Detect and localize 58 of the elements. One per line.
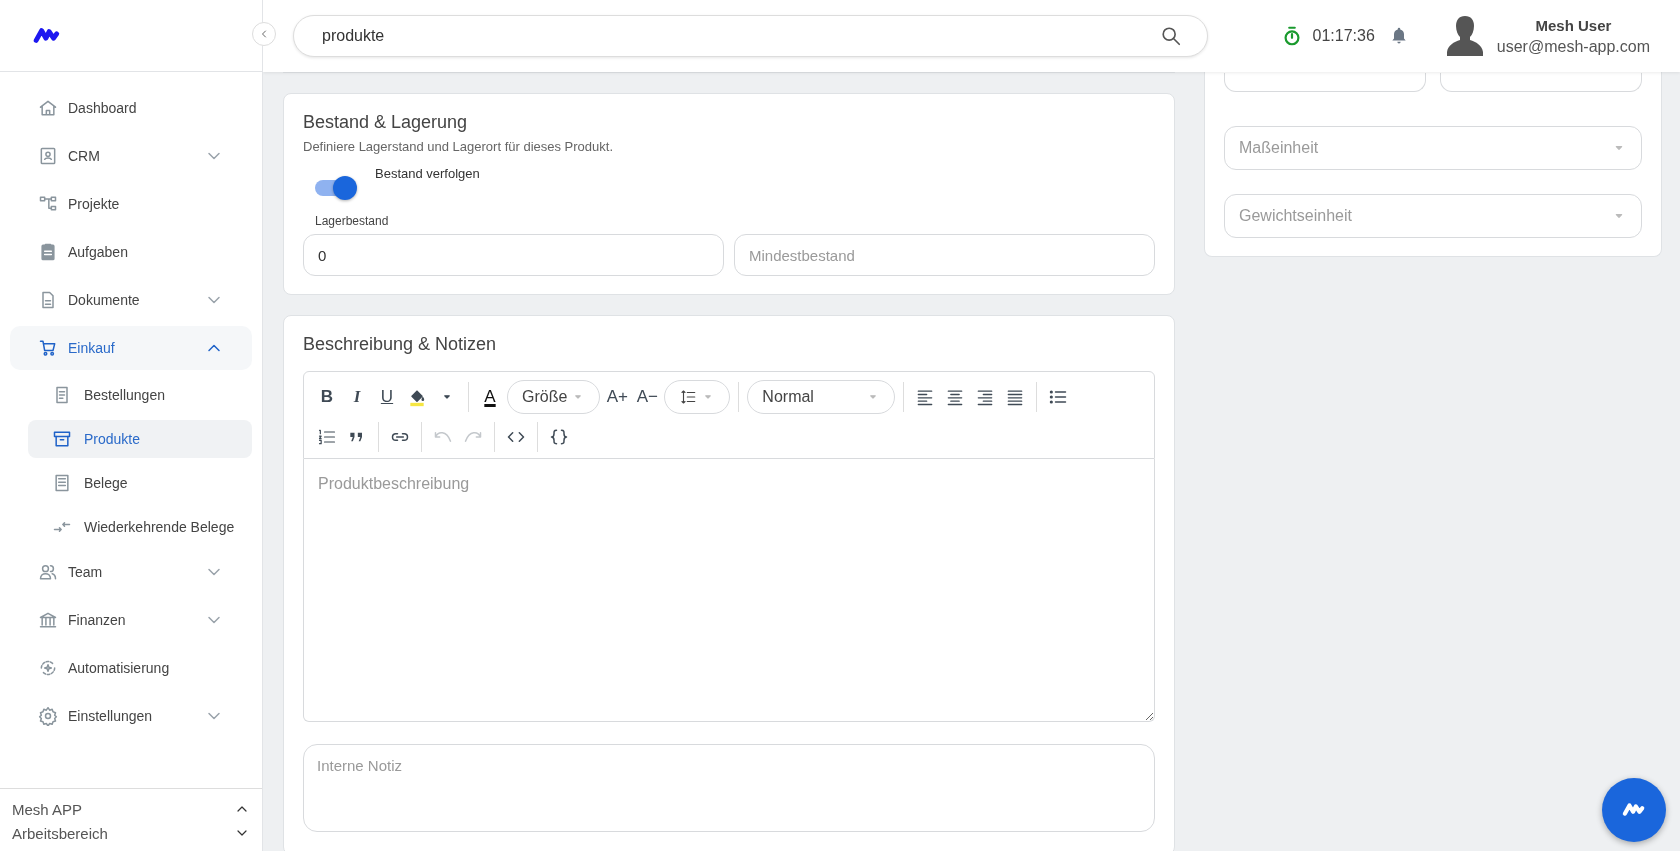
automation-icon (38, 658, 58, 678)
search-icon (1160, 25, 1182, 47)
bank-icon (38, 610, 58, 630)
home-icon (38, 98, 58, 118)
sidebar-subitem[interactable]: Wiederkehrende Belege (28, 508, 252, 546)
sidebar-item[interactable]: Einkauf (10, 326, 252, 370)
user-name: Mesh User (1534, 16, 1613, 34)
list-document-icon (52, 473, 72, 493)
field-label: Lagerbestand (315, 214, 390, 228)
card-title: Beschreibung & Notizen (303, 334, 498, 355)
sidebar-item[interactable]: Dashboard (10, 86, 252, 130)
input-field[interactable] (1440, 73, 1642, 92)
sidebar-item[interactable]: Einstellungen (10, 694, 252, 738)
sidebar-item[interactable]: Team (10, 550, 252, 594)
toggle-label: Bestand verfolgen (375, 166, 480, 181)
card-subtitle: Definiere Lagerstand und Lagerort für dieses Produkt. (303, 139, 615, 154)
sidebar-item[interactable]: CRM (10, 134, 252, 178)
font-size-button[interactable]: A− (632, 382, 663, 412)
text-editor[interactable]: Produktbeschreibung (303, 459, 1155, 722)
sidebar-item[interactable]: Dokumente (10, 278, 252, 322)
workspace-switcher[interactable]: Mesh APP (12, 797, 250, 821)
input-field[interactable]: Interne Notiz (303, 744, 1155, 832)
sidebar-subitem[interactable]: Belege (28, 464, 252, 502)
archive-box-icon (52, 429, 72, 449)
card-title: Bestand & Lagerung (303, 112, 469, 133)
user-email: user@mesh-app.com (1496, 37, 1650, 56)
dropdown-select[interactable]: Normal (747, 380, 896, 414)
line-height-icon (679, 388, 698, 406)
sidebar-subitem[interactable]: Bestellungen (28, 376, 252, 414)
gear-icon (38, 706, 58, 726)
bullet-list-icon (1048, 387, 1069, 407)
line-height-select[interactable] (664, 380, 731, 414)
sidebar-item[interactable]: Finanzen (10, 598, 252, 642)
text-color-button[interactable]: A (475, 382, 505, 412)
avatar-silhouette[interactable] (1446, 14, 1483, 58)
timer-text: 01:17:36 (1312, 27, 1375, 45)
cart-icon (38, 338, 58, 358)
italic-button[interactable]: I (342, 382, 372, 412)
input-field[interactable]: 0 (303, 234, 724, 276)
underline-button[interactable]: U (372, 382, 402, 412)
people-icon (38, 562, 58, 582)
braces-icon (549, 427, 569, 447)
input-field[interactable] (1224, 73, 1426, 92)
sidebar-item[interactable]: Aufgaben (10, 230, 252, 274)
sidebar-subitem[interactable]: Produkte (28, 420, 252, 458)
workspace-switcher[interactable]: Arbeitsbereich (12, 821, 250, 845)
contact-card-icon (38, 146, 58, 166)
dropdown-select[interactable]: Größe (507, 380, 601, 414)
search-field[interactable]: produkte (293, 15, 1208, 57)
hierarchy-icon (38, 194, 58, 214)
sidebar-item[interactable]: Automatisierung (10, 646, 252, 690)
numbered-list-icon (317, 427, 337, 447)
clipboard-icon (38, 242, 58, 262)
input-field[interactable]: Mindestbestand (734, 234, 1155, 276)
bold-button[interactable]: B (312, 382, 342, 412)
app-logo-button[interactable] (1602, 778, 1666, 842)
font-size-button[interactable]: A+ (602, 382, 633, 412)
sidebar-item[interactable]: Projekte (10, 182, 252, 226)
